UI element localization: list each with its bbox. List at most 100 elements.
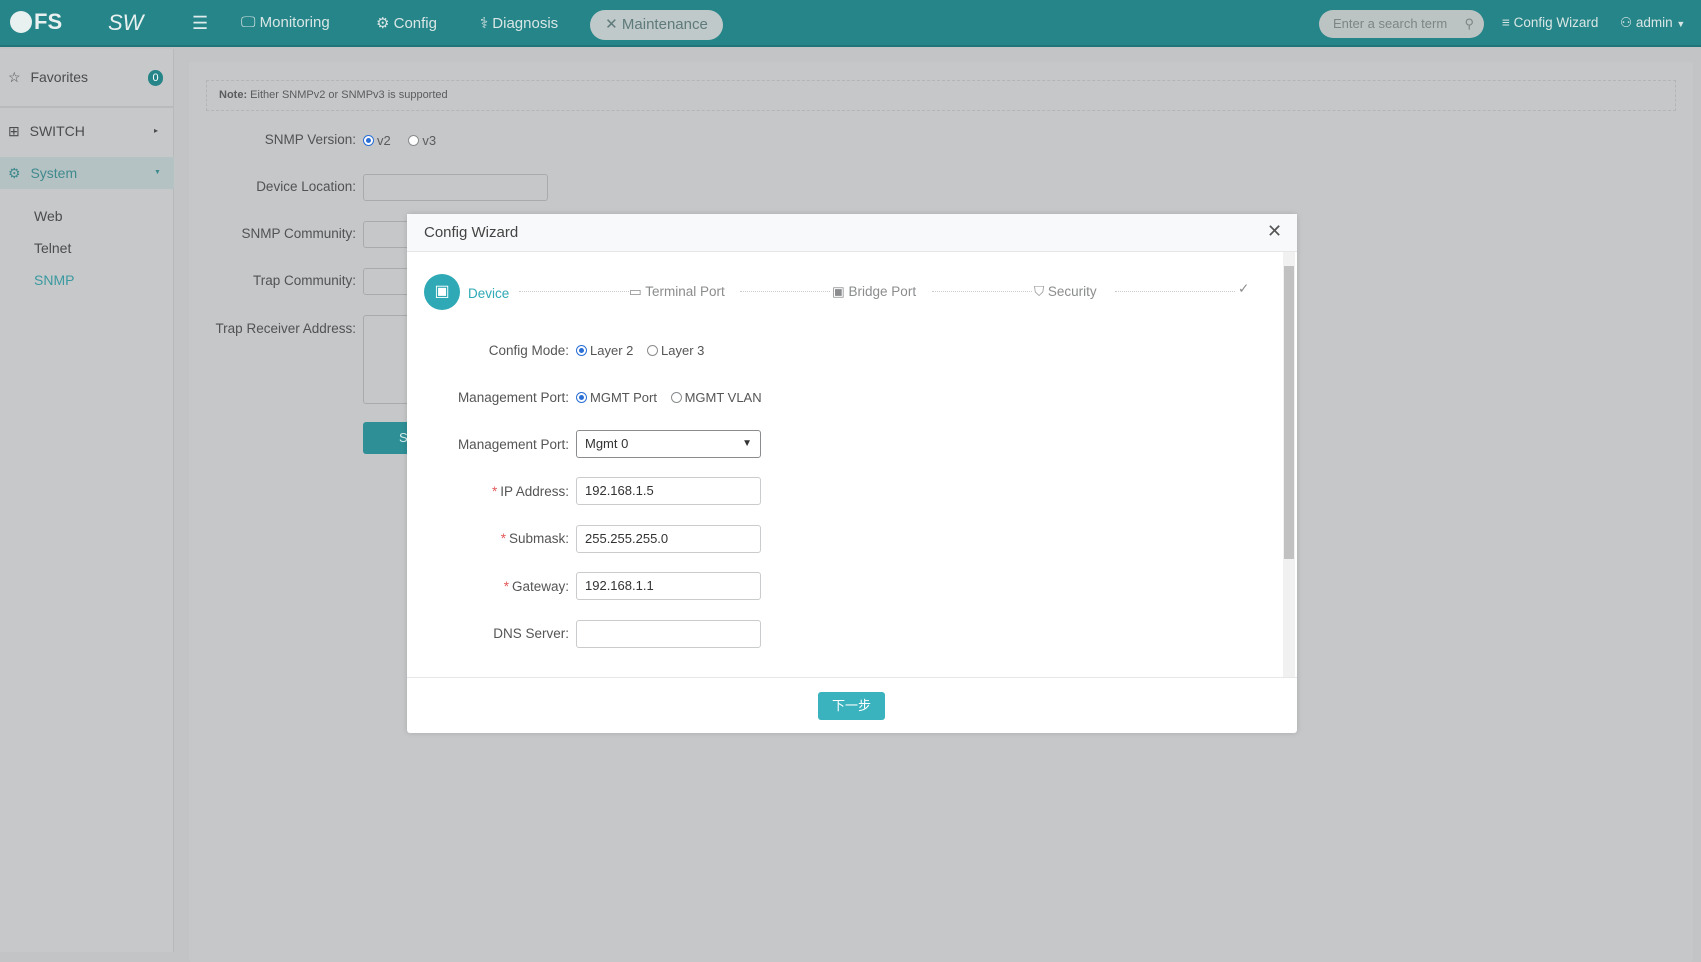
radio-label: MGMT Port: [590, 390, 657, 405]
modal-title: Config Wizard: [424, 224, 519, 241]
top-navigation-bar: FS SW ☰ 🖵 Monitoring ⚙ Config ⚕ Diagnosi…: [0, 0, 1701, 47]
nav-diagnosis[interactable]: ⚕ Diagnosis: [480, 14, 558, 32]
gateway-label: * Gateway:: [503, 579, 569, 594]
config-wizard-link[interactable]: ≡ Config Wizard: [1502, 15, 1598, 30]
radio-button[interactable]: [576, 345, 587, 356]
submask-input[interactable]: 255.255.255.0: [576, 525, 761, 553]
step-label: Terminal Port: [645, 284, 725, 299]
nav-label: Monitoring: [259, 14, 330, 31]
radio-layer2[interactable]: Layer 2: [576, 343, 633, 358]
close-icon[interactable]: ✕: [1267, 221, 1282, 242]
config-wizard-label: Config Wizard: [1513, 15, 1599, 30]
user-menu[interactable]: ⚇ admin ▼: [1620, 15, 1685, 31]
radio-v3[interactable]: v3: [408, 133, 436, 148]
ip-address-input[interactable]: 192.168.1.5: [576, 477, 761, 505]
device-step-icon: ▣: [424, 274, 460, 310]
step-device: Device: [468, 286, 510, 301]
radio-button[interactable]: [647, 345, 658, 356]
search-icon[interactable]: ⚲: [1464, 10, 1474, 38]
nav-label: Maintenance: [621, 16, 708, 33]
radio-button[interactable]: [363, 135, 374, 146]
snmp-version-label: SNMP Version:: [264, 132, 356, 147]
dns-server-input[interactable]: [576, 620, 761, 648]
search-input[interactable]: Enter a search term ⚲: [1319, 10, 1484, 38]
search-placeholder: Enter a search term: [1333, 16, 1448, 31]
trap-community-label: Trap Community:: [252, 273, 356, 288]
scrollbar-thumb[interactable]: [1284, 266, 1294, 559]
config-mode-radio-group: Layer 2 Layer 3: [576, 343, 704, 358]
select-value: Mgmt 0: [585, 436, 629, 451]
stethoscope-icon: ⚕: [480, 15, 489, 32]
system-icon: ⚙: [8, 165, 21, 181]
user-icon: ⚇: [1620, 15, 1633, 30]
device-location-input[interactable]: [363, 174, 548, 201]
ip-address-label: * IP Address:: [491, 484, 569, 499]
nav-maintenance[interactable]: ✕ Maintenance: [590, 10, 723, 40]
snmp-community-label: SNMP Community:: [241, 226, 356, 241]
radio-button[interactable]: [670, 392, 682, 403]
nav-config[interactable]: ⚙ Config: [376, 14, 437, 32]
sidebar-subitem-snmp[interactable]: SNMP: [34, 272, 154, 288]
step-label: Security: [1047, 284, 1097, 299]
step-label: Bridge Port: [848, 284, 917, 299]
sliders-icon: ≡: [1502, 15, 1510, 30]
radio-label: v2: [377, 133, 391, 148]
trap-receiver-label: Trap Receiver Address:: [215, 321, 356, 336]
sidebar: ☆ Favorites 0 ⊞ SWITCH ▸ ⚙ System ▼ Web Te…: [0, 49, 174, 952]
radio-button[interactable]: [408, 135, 420, 146]
management-port-radio-group: MGMT Port MGMT VLAN: [576, 390, 762, 405]
sidebar-item-label: SWITCH: [29, 123, 85, 139]
step-connector: [740, 291, 830, 292]
caret-down-icon: ▼: [1676, 19, 1686, 29]
divider: [0, 106, 174, 108]
step-security: ⛉ Security: [1034, 284, 1097, 300]
nav-monitoring[interactable]: 🖵 Monitoring: [241, 14, 330, 31]
device-location-label: Device Location:: [256, 179, 356, 194]
favorites-icon: ☆: [8, 69, 21, 85]
step-connector: [932, 291, 1032, 292]
radio-mgmt-vlan[interactable]: MGMT VLAN: [670, 390, 762, 405]
chevron-down-icon: ▼: [742, 438, 752, 449]
shield-icon: ⛉: [1034, 284, 1045, 299]
dns-server-label: DNS Server:: [493, 626, 569, 641]
radio-v2[interactable]: v2: [363, 133, 391, 148]
nav-label: Config: [393, 15, 437, 32]
radio-button[interactable]: [576, 392, 587, 403]
next-step-button[interactable]: 下一步: [818, 692, 885, 720]
radio-label: Layer 3: [661, 343, 705, 358]
sidebar-subitem-web[interactable]: Web: [34, 208, 154, 224]
fs-logo[interactable]: FS: [10, 9, 62, 35]
radio-mgmt-port[interactable]: MGMT Port: [576, 390, 657, 405]
radio-layer3[interactable]: Layer 3: [647, 343, 704, 358]
bridge-icon: ▣: [832, 284, 845, 299]
label-text: IP Address:: [500, 484, 569, 499]
label-text: Gateway:: [511, 579, 569, 594]
favorites-label: Favorites: [30, 69, 89, 85]
label-text: Submask:: [508, 531, 569, 546]
config-wizard-modal: Config Wizard ✕ ▣ Device ▭ Terminal Port…: [407, 214, 1297, 733]
product-name: SW: [108, 10, 144, 35]
note-box: Note: Either SNMPv2 or SNMPv3 is support…: [206, 80, 1676, 111]
step-connector: [1115, 291, 1235, 292]
sidebar-item-switch[interactable]: ⊞ SWITCH ▸: [0, 123, 174, 140]
step-terminal-port: ▭ Terminal Port: [629, 284, 725, 300]
terminal-icon: ▭: [629, 284, 642, 299]
sidebar-subitem-telnet[interactable]: Telnet: [34, 240, 154, 256]
sidebar-favorites[interactable]: ☆ Favorites 0: [0, 69, 174, 109]
step-connector: [519, 291, 629, 292]
caret-down-icon: ▼: [154, 169, 161, 176]
step-bridge-port: ▣ Bridge Port: [832, 284, 916, 300]
radio-label: Layer 2: [590, 343, 634, 358]
gear-icon: ⚙: [376, 15, 390, 32]
nav-label: Diagnosis: [492, 15, 559, 32]
finish-check-icon: ✓: [1238, 281, 1250, 296]
management-port-select[interactable]: Mgmt 0 ▼: [576, 430, 761, 458]
monitor-icon: 🖵: [241, 14, 256, 31]
config-mode-label: Config Mode:: [488, 343, 569, 358]
switch-icon: ⊞: [8, 123, 20, 139]
tools-icon: ✕: [605, 16, 618, 33]
submask-label: * Submask:: [500, 531, 569, 546]
gateway-input[interactable]: 192.168.1.1: [576, 572, 761, 600]
sidebar-item-system[interactable]: ⚙ System ▼: [0, 157, 174, 189]
menu-toggle-icon[interactable]: ☰: [192, 13, 208, 34]
